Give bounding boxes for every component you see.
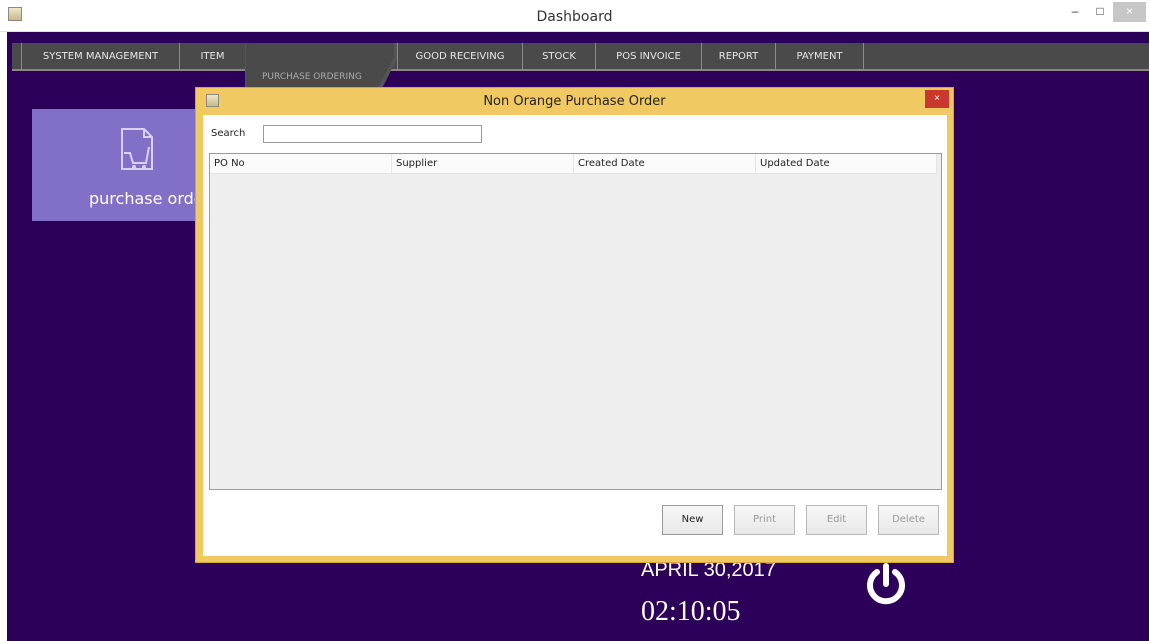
window-title: Dashboard xyxy=(536,9,613,25)
menu-good-receiving[interactable]: GOOD RECEIVING xyxy=(397,43,522,71)
column-header-po-no[interactable]: PO No xyxy=(210,154,392,174)
power-icon[interactable] xyxy=(864,562,908,606)
menu-payment[interactable]: PAYMENT xyxy=(775,43,863,71)
print-button[interactable]: Print xyxy=(734,505,795,535)
purchase-order-table[interactable]: PO No Supplier Created Date Updated Date xyxy=(209,153,942,490)
maximize-button[interactable]: □ xyxy=(1089,2,1111,22)
menu-stock[interactable]: STOCK xyxy=(522,43,595,71)
dialog-title-bar: Non Orange Purchase Order xyxy=(196,88,953,114)
menu-divider xyxy=(863,43,864,71)
menu-pos-invoice[interactable]: POS INVOICE xyxy=(595,43,701,71)
close-window-button[interactable]: × xyxy=(1113,2,1146,22)
search-input[interactable] xyxy=(263,125,482,143)
table-header: PO No Supplier Created Date Updated Date xyxy=(210,154,937,174)
menu-bar: SYSTEM MANAGEMENT ITEM PURCHASE ORDERING… xyxy=(7,38,1149,95)
dialog-body: Search PO No Supplier Created Date Updat… xyxy=(203,115,947,556)
edit-button[interactable]: Edit xyxy=(806,505,867,535)
minimize-button[interactable]: – xyxy=(1063,2,1087,22)
purchase-order-dialog: Non Orange Purchase Order × Search PO No… xyxy=(195,87,954,563)
menu-purchase-ordering[interactable]: PURCHASE ORDERING xyxy=(262,72,362,82)
time-display: 02:10:05 xyxy=(641,596,741,627)
dialog-title: Non Orange Purchase Order xyxy=(483,94,666,109)
active-tab-background xyxy=(246,43,394,91)
menu-system-management[interactable]: SYSTEM MANAGEMENT xyxy=(21,43,179,71)
column-header-supplier[interactable]: Supplier xyxy=(392,154,574,174)
purchase-order-tile[interactable]: purchase order xyxy=(32,109,202,221)
tile-label: purchase order xyxy=(89,189,202,208)
delete-button[interactable]: Delete xyxy=(878,505,939,535)
menu-item[interactable]: ITEM xyxy=(179,43,245,71)
document-cart-icon xyxy=(121,128,153,170)
window-title-bar: Dashboard – □ × xyxy=(0,0,1149,32)
new-button[interactable]: New xyxy=(662,505,723,535)
menu-report[interactable]: REPORT xyxy=(701,43,775,71)
search-label: Search xyxy=(211,128,246,139)
dialog-close-button[interactable]: × xyxy=(925,90,949,108)
column-header-updated-date[interactable]: Updated Date xyxy=(756,154,937,174)
column-header-created-date[interactable]: Created Date xyxy=(574,154,756,174)
